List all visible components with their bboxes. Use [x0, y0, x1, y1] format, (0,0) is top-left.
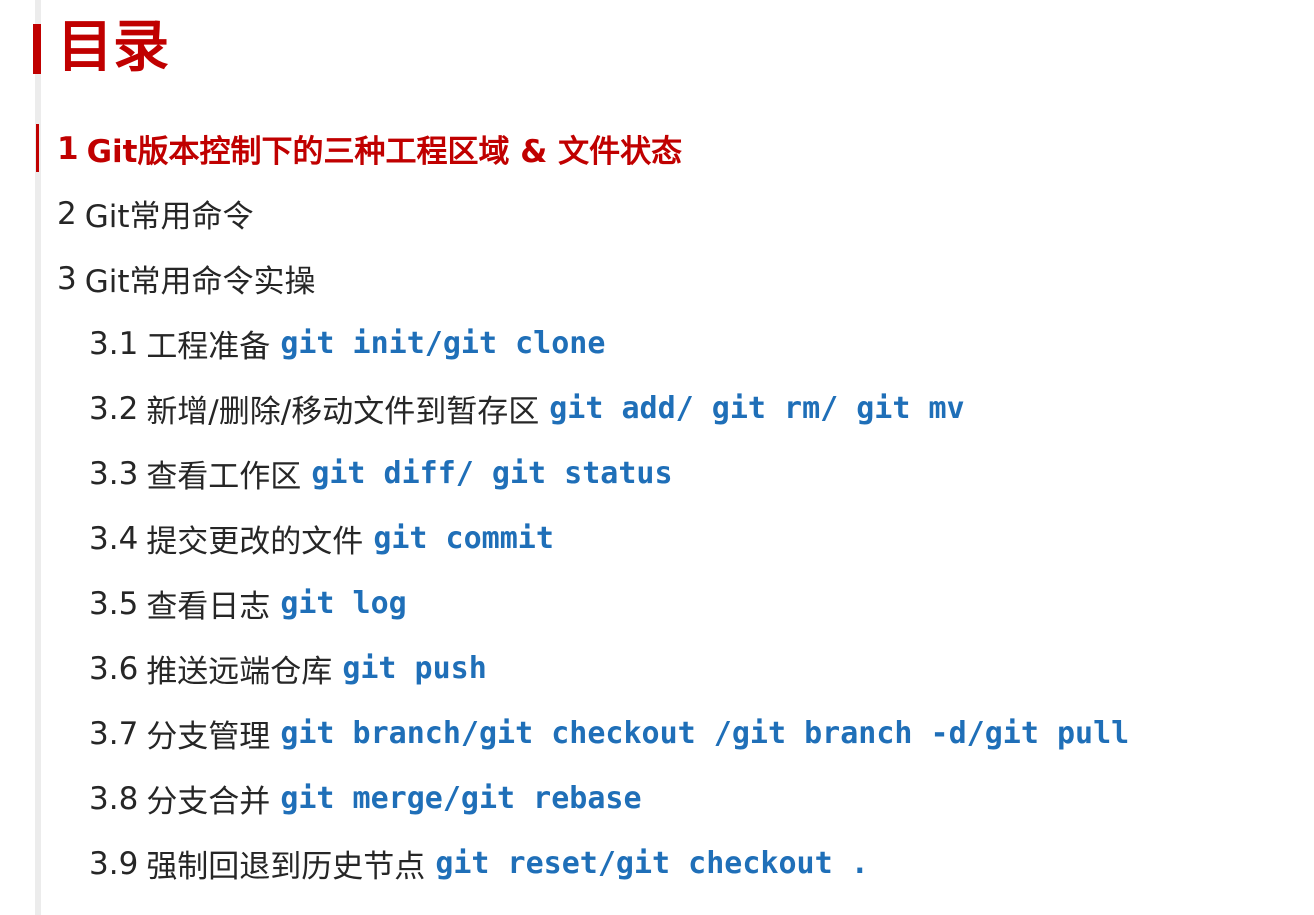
toc-item-label: 分支管理 [146, 719, 271, 755]
toc-item-2[interactable]: 2 Git常用命令 [0, 181, 1314, 246]
git-command: git commit [373, 521, 554, 556]
page-title: 目录 [57, 15, 169, 80]
toc-item-number: 3 [57, 260, 77, 297]
toc-item-number: 3.3 [89, 455, 139, 492]
title-accent-bar [33, 24, 41, 74]
toc-item-3-5[interactable]: 3.5 查看日志 git log [0, 571, 1314, 636]
git-command: git diff/ git status [311, 456, 673, 491]
toc-item-label: 查看日志 [146, 589, 271, 625]
git-command: git init/git clone [280, 326, 606, 361]
git-command: git reset/git checkout . [435, 846, 869, 881]
toc-item-number: 3.7 [89, 715, 139, 752]
toc-item-label: 新增/删除/移动文件到暂存区 [146, 394, 540, 430]
toc-item-1[interactable]: 1 Git版本控制下的三种工程区域 & 文件状态 [0, 116, 1314, 181]
toc-item-3-3[interactable]: 3.3 查看工作区 git diff/ git status [0, 441, 1314, 506]
toc-item-3-7[interactable]: 3.7 分支管理 git branch/git checkout /git br… [0, 701, 1314, 766]
toc-item-number: 2 [57, 195, 77, 232]
toc-item-3-9[interactable]: 3.9 强制回退到历史节点 git reset/git checkout . [0, 831, 1314, 896]
git-command: git branch/git checkout /git branch -d/g… [280, 716, 1130, 751]
git-command: git add/ git rm/ git mv [549, 391, 965, 426]
toc-item-3-4[interactable]: 3.4 提交更改的文件 git commit [0, 506, 1314, 571]
table-of-contents: 1 Git版本控制下的三种工程区域 & 文件状态 2 Git常用命令 3 Git… [0, 116, 1314, 896]
toc-item-number: 3.5 [89, 585, 139, 622]
toc-item-3[interactable]: 3 Git常用命令实操 [0, 246, 1314, 311]
git-command: git push [342, 651, 487, 686]
toc-item-label: Git常用命令 [84, 199, 254, 235]
toc-item-label: 分支合并 [146, 784, 271, 820]
toc-item-number: 1 [57, 130, 79, 167]
toc-item-3-8[interactable]: 3.8 分支合并 git merge/git rebase [0, 766, 1314, 831]
toc-item-number: 3.9 [89, 845, 139, 882]
git-command: git log [280, 586, 407, 621]
toc-item-label: 提交更改的文件 [146, 524, 364, 560]
toc-item-number: 3.2 [89, 390, 139, 427]
toc-item-label: 强制回退到历史节点 [146, 849, 426, 885]
active-item-marker [36, 124, 39, 172]
toc-item-label: 工程准备 [146, 329, 271, 365]
toc-item-label: Git常用命令实操 [84, 264, 316, 300]
toc-item-3-6[interactable]: 3.6 推送远端仓库 git push [0, 636, 1314, 701]
toc-item-number: 3.8 [89, 780, 139, 817]
toc-item-label: 推送远端仓库 [146, 654, 333, 690]
toc-item-number: 3.4 [89, 520, 139, 557]
toc-item-number: 3.1 [89, 325, 139, 362]
toc-item-3-1[interactable]: 3.1 工程准备 git init/git clone [0, 311, 1314, 376]
toc-item-label: 查看工作区 [146, 459, 302, 495]
git-command: git merge/git rebase [280, 781, 642, 816]
toc-item-label: Git版本控制下的三种工程区域 & 文件状态 [86, 134, 683, 170]
toc-item-number: 3.6 [89, 650, 139, 687]
toc-item-3-2[interactable]: 3.2 新增/删除/移动文件到暂存区 git add/ git rm/ git … [0, 376, 1314, 441]
